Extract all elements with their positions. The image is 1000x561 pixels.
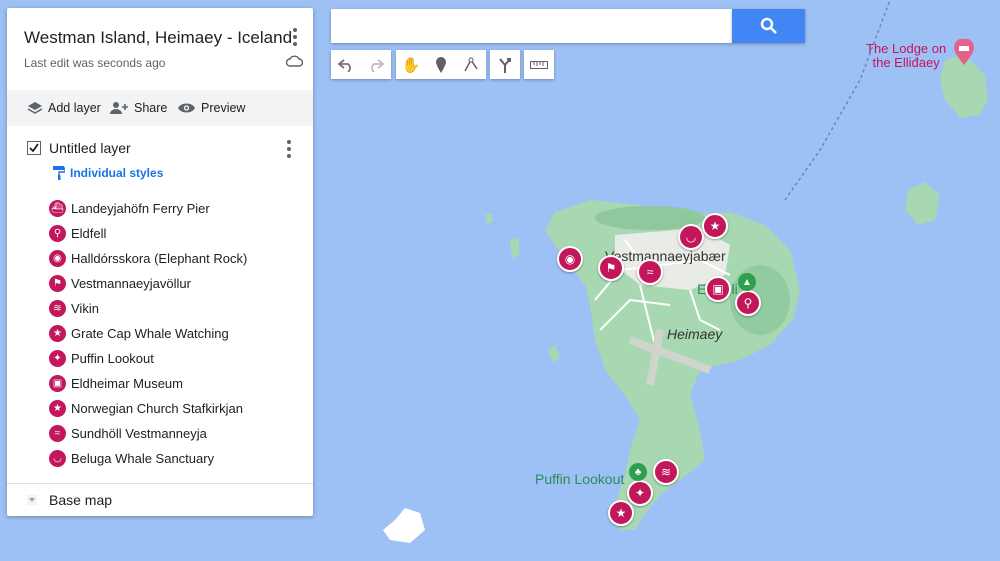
layer-options-menu-icon[interactable] <box>277 138 301 162</box>
hiker-marker[interactable]: ⚲ <box>735 290 761 316</box>
preview-button[interactable]: Preview <box>177 90 245 126</box>
add-marker-button[interactable] <box>426 50 456 79</box>
museum-icon: ▣ <box>49 375 66 392</box>
puffin-map-label: Puffin Lookout <box>535 471 625 487</box>
places-list: ⛴ Landeyjahöfn Ferry Pier ⚲ Eldfell ◉ Halld… <box>49 196 309 471</box>
measure-group <box>524 50 554 79</box>
layer-actions-bar: Add layer Share Preview <box>7 90 313 126</box>
star-marker-church[interactable]: ★ <box>702 213 728 239</box>
bird-icon: ✦ <box>49 350 66 367</box>
search-input[interactable] <box>331 9 732 43</box>
expand-triangle-icon <box>27 495 37 505</box>
pan-hand-button[interactable]: ✋ <box>396 50 426 79</box>
share-label: Share <box>134 101 168 115</box>
lodge-label: The Lodge on the Elliđaey <box>866 41 947 70</box>
hand-icon: ✋ <box>401 56 421 74</box>
paint-roller-icon <box>53 166 65 180</box>
hiker-icon: ⚲ <box>49 225 66 242</box>
list-item-sundholl[interactable]: ≈ Sundhöll Vestmanneyja <box>49 421 309 446</box>
camera-marker[interactable]: ◉ <box>557 246 583 272</box>
redo-button[interactable] <box>361 50 391 79</box>
last-edit-status: Last edit was seconds ago <box>24 56 166 70</box>
green-poi-icon: ▲ <box>738 273 756 291</box>
layer-header: Untitled layer <box>27 140 131 156</box>
camera-icon: ◉ <box>49 250 66 267</box>
list-item-grate-cap[interactable]: ★ Grate Cap Whale Watching <box>49 321 309 346</box>
redo-icon <box>371 58 384 72</box>
bird-marker[interactable]: ✦ <box>627 480 653 506</box>
base-map-toggle[interactable]: Base map <box>27 492 112 508</box>
map-legend-panel: Westman Island, Heimaey - Iceland Last e… <box>7 8 313 516</box>
list-item-landeyjahofn[interactable]: ⛴ Landeyjahöfn Ferry Pier <box>49 196 309 221</box>
star-marker-whale[interactable]: ★ <box>608 500 634 526</box>
swim-icon: ≈ <box>49 425 66 442</box>
add-layer-button[interactable]: Add layer <box>27 90 101 126</box>
list-item-puffin-lookout[interactable]: ✦ Puffin Lookout <box>49 346 309 371</box>
individual-styles-link[interactable]: Individual styles <box>53 166 163 180</box>
layers-icon <box>27 102 43 114</box>
individual-styles-label: Individual styles <box>70 166 164 180</box>
directions-button[interactable] <box>490 50 520 79</box>
green-tree-icon: ♣ <box>629 463 647 481</box>
directions-group <box>490 50 520 79</box>
undo-button[interactable] <box>331 50 361 79</box>
preview-label: Preview <box>201 101 246 115</box>
list-item-eldheimar[interactable]: ▣ Eldheimar Museum <box>49 371 309 396</box>
star-icon: ★ <box>49 325 66 342</box>
golf-icon: ⚑ <box>49 275 66 292</box>
whale-marker[interactable]: ◡ <box>678 224 704 250</box>
surf-icon: ≋ <box>49 300 66 317</box>
map-options-menu-icon[interactable] <box>283 26 307 50</box>
base-map-label: Base map <box>49 492 113 508</box>
town-label: Vestmannaeyjabær <box>605 248 726 264</box>
undo-redo-group <box>331 50 391 79</box>
surf-marker[interactable]: ≋ <box>653 459 679 485</box>
panel-divider <box>7 483 313 484</box>
list-item-halldorsskora[interactable]: ◉ Halldórsskora (Elephant Rock) <box>49 246 309 271</box>
list-item-vikin[interactable]: ≋ Vikin <box>49 296 309 321</box>
list-item-vestmannaeyjavollur[interactable]: ⚑ Vestmannaeyjavöllur <box>49 271 309 296</box>
lodge-pin-icon[interactable] <box>954 38 974 65</box>
list-item-eldfell[interactable]: ⚲ Eldfell <box>49 221 309 246</box>
island-label: Heimaey <box>667 326 723 342</box>
museum-marker[interactable]: ▣ <box>705 276 731 302</box>
search-icon <box>760 17 777 34</box>
eye-icon <box>178 103 195 113</box>
add-layer-label: Add layer <box>48 101 101 115</box>
ruler-icon <box>530 60 548 69</box>
golf-marker[interactable]: ⚑ <box>598 255 624 281</box>
swim-marker[interactable]: ≈ <box>637 259 663 285</box>
measure-button[interactable] <box>524 50 554 79</box>
undo-icon <box>338 58 351 72</box>
layer-name[interactable]: Untitled layer <box>49 140 131 156</box>
draw-tools-group: ✋ <box>396 50 486 79</box>
list-item-beluga[interactable]: ◡ Beluga Whale Sanctuary <box>49 446 309 471</box>
checkmark-icon <box>27 141 41 155</box>
draw-line-icon <box>464 57 478 71</box>
list-item-norwegian-church[interactable]: ★ Norwegian Church Stafkirkjan <box>49 396 309 421</box>
add-person-icon <box>110 102 128 114</box>
share-button[interactable]: Share <box>110 90 167 126</box>
search-button[interactable] <box>732 9 805 43</box>
ferry-icon: ⛴ <box>49 200 66 217</box>
marker-pin-icon <box>436 56 446 73</box>
directions-icon <box>499 57 511 73</box>
star-icon: ★ <box>49 400 66 417</box>
cloud-saved-icon <box>286 55 303 67</box>
whale-icon: ◡ <box>49 450 66 467</box>
draw-line-button[interactable] <box>456 50 486 79</box>
layer-visibility-checkbox[interactable] <box>27 141 41 155</box>
map-title[interactable]: Westman Island, Heimaey - Iceland <box>24 28 292 48</box>
